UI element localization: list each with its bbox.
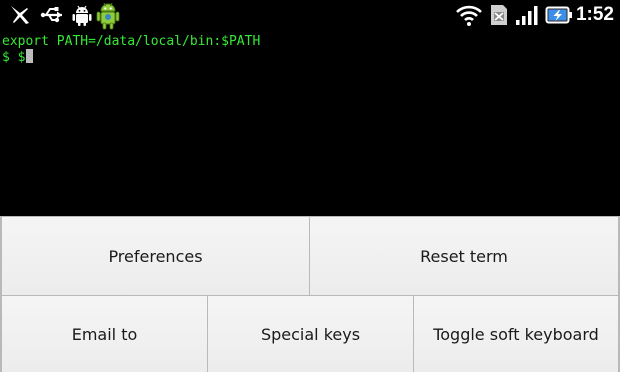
menu-item-toggle-soft-keyboard[interactable]: Toggle soft keyboard bbox=[414, 296, 620, 372]
signal-bars-icon bbox=[516, 6, 538, 25]
menu-item-reset-term[interactable]: Reset term bbox=[310, 216, 620, 296]
status-clock: 1:52 bbox=[575, 4, 614, 25]
android-debug-icon bbox=[72, 5, 92, 26]
terminal-prompt-line: $ $ bbox=[2, 49, 34, 66]
terminal-cursor bbox=[26, 49, 34, 63]
menu-item-label: Toggle soft keyboard bbox=[433, 324, 599, 344]
pin-icon bbox=[11, 6, 29, 24]
usb-icon bbox=[40, 7, 62, 23]
menu-item-label: Special keys bbox=[260, 324, 361, 344]
terminal-line: export PATH=/data/local/bin:$PATH bbox=[2, 34, 261, 49]
terminal-prompt: $ $ bbox=[2, 50, 26, 65]
menu-item-label: Preferences bbox=[108, 246, 203, 266]
options-menu: Preferences Reset term Email to Special … bbox=[0, 216, 620, 372]
terminal-view[interactable]: export PATH=/data/local/bin:$PATH $ $ bbox=[0, 30, 620, 215]
android-robot-icon bbox=[96, 2, 120, 30]
wifi-icon bbox=[456, 5, 482, 26]
status-bar: 1:52 bbox=[0, 0, 620, 30]
no-signal-icon bbox=[491, 5, 507, 25]
menu-item-special-keys[interactable]: Special keys bbox=[208, 296, 414, 372]
menu-item-preferences[interactable]: Preferences bbox=[0, 216, 310, 296]
menu-item-email-to[interactable]: Email to bbox=[0, 296, 208, 372]
menu-item-label: Reset term bbox=[420, 246, 508, 266]
android-screen: 1:52 export PATH=/data/local/bin:$PATH $… bbox=[0, 0, 620, 372]
battery-charging-icon bbox=[545, 6, 572, 24]
menu-item-label: Email to bbox=[71, 324, 138, 344]
